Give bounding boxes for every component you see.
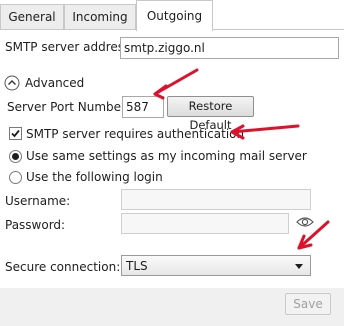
tab-strip: General Incoming Outgoing: [0, 0, 344, 31]
secure-connection-label: Secure connection:: [5, 260, 121, 274]
chevron-up-icon: [4, 75, 20, 91]
caret-down-icon: [295, 264, 303, 269]
eye-icon: [296, 217, 314, 227]
auth-label: SMTP server requires authentication: [26, 127, 245, 141]
advanced-label: Advanced: [25, 76, 85, 90]
smtp-server-input[interactable]: [120, 37, 339, 59]
password-label: Password:: [5, 218, 66, 232]
footer-bar: Save: [0, 288, 344, 326]
tab-general[interactable]: General: [0, 4, 64, 30]
secure-connection-select[interactable]: TLS: [121, 255, 311, 276]
tab-incoming[interactable]: Incoming: [64, 4, 136, 30]
save-button[interactable]: Save: [285, 293, 331, 315]
radio-same-settings-label: Use same settings as my incoming mail se…: [26, 149, 307, 163]
smtp-server-label: SMTP server address: [5, 40, 131, 54]
checkmark-icon: [11, 129, 20, 138]
show-password-toggle[interactable]: [296, 215, 314, 229]
username-input[interactable]: [121, 189, 311, 210]
secure-connection-value: TLS: [126, 259, 148, 273]
auth-checkbox[interactable]: [9, 127, 22, 140]
radio-following-login-label: Use the following login: [26, 170, 163, 184]
port-input[interactable]: [122, 96, 164, 118]
radio-same-settings[interactable]: [9, 150, 22, 163]
radio-following-login[interactable]: [9, 171, 22, 184]
password-input[interactable]: [121, 213, 289, 234]
arrow-icon: [153, 68, 199, 100]
restore-default-button[interactable]: Restore Default: [167, 96, 254, 132]
port-label: Server Port Number:: [7, 100, 130, 114]
username-label: Username:: [5, 194, 71, 208]
tab-outgoing[interactable]: Outgoing: [136, 0, 213, 31]
advanced-toggle[interactable]: [4, 75, 20, 91]
